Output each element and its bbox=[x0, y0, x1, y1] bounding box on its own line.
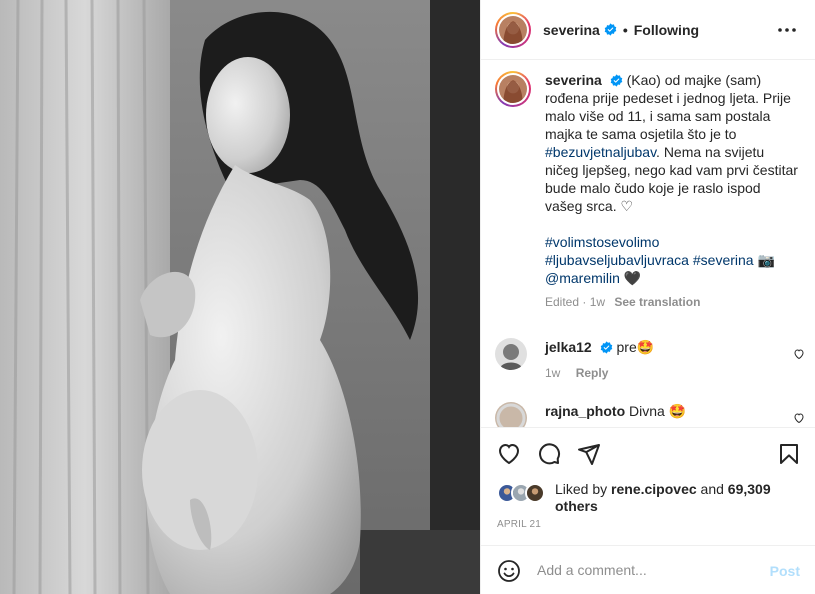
post-header: severina • Following bbox=[481, 0, 815, 60]
liker-avatars bbox=[497, 481, 547, 503]
verified-badge-icon bbox=[604, 23, 617, 36]
more-options-icon[interactable] bbox=[778, 22, 796, 38]
likes-text: Liked by rene.cipovec and 69,309 others bbox=[555, 481, 771, 514]
emoji-icon[interactable] bbox=[497, 559, 521, 583]
commenter-avatar[interactable] bbox=[495, 338, 527, 370]
comments-scroll-area[interactable]: severina (Kao) od majke (sam) rođena pri… bbox=[481, 61, 815, 427]
hashtag-link[interactable]: #ljubavseljubavljuvraca bbox=[545, 252, 689, 268]
likes-others[interactable]: others bbox=[555, 498, 598, 514]
comment-time[interactable]: 1w bbox=[545, 366, 560, 380]
bookmark-icon[interactable] bbox=[777, 442, 801, 466]
hashtag-link[interactable]: #severina bbox=[693, 252, 754, 268]
comment-icon[interactable] bbox=[537, 442, 561, 466]
post-caption: severina (Kao) od majke (sam) rođena pri… bbox=[495, 71, 805, 311]
likes-count[interactable]: 69,309 bbox=[728, 481, 771, 497]
hashtag-link[interactable]: #volimstosevolimo bbox=[545, 234, 659, 250]
see-translation-button[interactable]: See translation bbox=[614, 295, 700, 309]
post-side-panel: severina • Following severina (Kao) od m… bbox=[480, 0, 815, 594]
hashtag-link[interactable]: #bezuvjetnaljubav bbox=[545, 144, 656, 160]
separator-dot: • bbox=[622, 21, 628, 38]
verified-badge-icon bbox=[600, 341, 612, 354]
reply-button[interactable]: Reply bbox=[576, 366, 609, 380]
edited-timestamp[interactable]: Edited · 1w bbox=[545, 295, 605, 309]
post-photo-image bbox=[0, 0, 480, 594]
likes-summary: Liked by rene.cipovec and 69,309 others bbox=[497, 481, 797, 515]
comment-composer: Post bbox=[481, 545, 815, 594]
comment-username[interactable]: rajna_photo bbox=[545, 403, 625, 419]
heart-icon[interactable] bbox=[497, 442, 521, 466]
comment-like-heart-icon[interactable] bbox=[793, 348, 805, 360]
comment-text: Divna 🤩 bbox=[629, 403, 687, 419]
caption-username[interactable]: severina bbox=[545, 72, 602, 88]
author-avatar[interactable] bbox=[495, 11, 531, 48]
post-date[interactable]: APRIL 21 bbox=[497, 519, 541, 530]
comment-text: pre🤩 bbox=[616, 339, 655, 355]
post-comment-button[interactable]: Post bbox=[770, 563, 800, 579]
comment-item: jelka12 pre🤩 1w Reply bbox=[495, 338, 805, 382]
camera-emoji: 📷 bbox=[757, 252, 775, 268]
comment-input[interactable] bbox=[537, 560, 757, 580]
comment-username[interactable]: jelka12 bbox=[545, 339, 592, 355]
comment-like-heart-icon[interactable] bbox=[793, 412, 805, 424]
liker-avatar[interactable] bbox=[525, 483, 545, 503]
mention-link[interactable]: @maremilin bbox=[545, 270, 620, 286]
share-icon[interactable] bbox=[577, 442, 601, 466]
caption-body: severina (Kao) od majke (sam) rođena pri… bbox=[545, 71, 800, 311]
author-username[interactable]: severina bbox=[543, 22, 600, 38]
verified-badge-icon bbox=[610, 74, 623, 87]
post-actions-bar bbox=[481, 427, 815, 475]
post-modal: severina • Following severina (Kao) od m… bbox=[0, 0, 815, 594]
post-photo[interactable] bbox=[0, 0, 480, 594]
commenter-avatar[interactable] bbox=[495, 402, 527, 427]
caption-meta: Edited · 1w See translation bbox=[545, 293, 800, 311]
comment-item: rajna_photo Divna 🤩 bbox=[495, 402, 805, 427]
following-button[interactable]: Following bbox=[634, 22, 699, 38]
liker-username[interactable]: rene.cipovec bbox=[611, 481, 697, 497]
black-heart-emoji: 🖤 bbox=[623, 270, 642, 286]
caption-author-avatar[interactable] bbox=[495, 71, 531, 107]
